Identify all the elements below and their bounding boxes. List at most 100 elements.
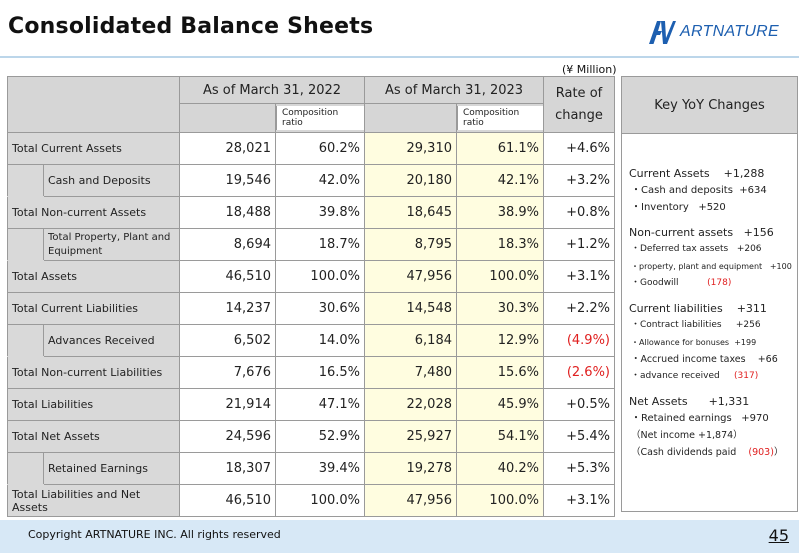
- indent-cell: [7, 324, 44, 357]
- row-label: Total Liabilities and Net Assets: [7, 484, 180, 517]
- table-row: Total Property, Plant and Equipment 8,69…: [7, 228, 615, 261]
- change-value: +206: [736, 244, 762, 254]
- rate-of-change: +3.2%: [543, 164, 615, 197]
- change-label: ・Contract liabilities: [631, 320, 722, 330]
- rate-of-change: (4.9%): [543, 324, 615, 357]
- page-title: Consolidated Balance Sheets: [8, 14, 374, 39]
- rate-of-change: +1.2%: [543, 228, 615, 261]
- ratio-2022: 30.6%: [275, 292, 365, 325]
- page-number: 45: [768, 526, 789, 545]
- rate-of-change: (2.6%): [543, 356, 615, 389]
- value-2022: 7,676: [179, 356, 276, 389]
- ratio-2023: 15.6%: [456, 356, 544, 389]
- rate-of-change: +0.5%: [543, 388, 615, 421]
- value-2022: 18,488: [179, 196, 276, 229]
- change-label: ・Goodwill: [631, 278, 679, 288]
- indent-cell: [7, 164, 44, 197]
- header-2022-composition-label: Composition ratio: [276, 106, 364, 130]
- rate-of-change: +3.1%: [543, 484, 615, 517]
- change-label: Net Assets: [629, 395, 688, 408]
- table-row: Retained Earnings 18,307 39.4% 19,278 40…: [7, 452, 615, 485]
- value-2022: 46,510: [179, 484, 276, 517]
- table-row: Total Assets 46,510 100.0% 47,956 100.0%…: [7, 260, 615, 293]
- row-label: Total Net Assets: [7, 420, 180, 453]
- value-2023: 14,548: [364, 292, 457, 325]
- value-2023: 8,795: [364, 228, 457, 261]
- ratio-2022: 39.4%: [275, 452, 365, 485]
- change-net-assets: Net Assets +1,331: [629, 394, 797, 410]
- row-label: Total Current Liabilities: [7, 292, 180, 325]
- balance-sheet-table: As of March 31, 2022 As of March 31, 202…: [7, 76, 615, 517]
- change-value: +1,288: [723, 167, 765, 180]
- ratio-2023: 100.0%: [456, 484, 544, 517]
- title-rule: [0, 56, 799, 58]
- header-2023-composition: Composition ratio: [456, 103, 544, 133]
- ratio-2022: 39.8%: [275, 196, 365, 229]
- change-value: (903): [748, 447, 774, 458]
- table-row: Advances Received 6,502 14.0% 6,184 12.9…: [7, 324, 615, 357]
- rate-of-change: +0.8%: [543, 196, 615, 229]
- change-label: ・Allowance for bonuses: [631, 338, 730, 347]
- change-value: (178): [707, 278, 732, 288]
- change-label: ・Inventory: [631, 202, 689, 213]
- row-label: Total Non-current Assets: [7, 196, 180, 229]
- ratio-2022: 52.9%: [275, 420, 365, 453]
- row-label: Total Assets: [7, 260, 180, 293]
- change-label: Current Assets: [629, 167, 710, 180]
- value-2022: 6,502: [179, 324, 276, 357]
- change-advance-received: ・advance received (317): [629, 368, 797, 385]
- change-cash-dividends: （Cash dividends paid (903)）: [629, 444, 797, 461]
- ratio-2022: 42.0%: [275, 164, 365, 197]
- change-label: Current liabilities: [629, 302, 723, 315]
- table-row: Total Liabilities 21,914 47.1% 22,028 45…: [7, 388, 615, 421]
- ratio-2023: 45.9%: [456, 388, 544, 421]
- change-label: ・Accrued income taxes: [631, 354, 746, 365]
- change-value: +66: [757, 354, 778, 365]
- table-row: Total Liabilities and Net Assets 46,510 …: [7, 484, 615, 517]
- ratio-2023: 12.9%: [456, 324, 544, 357]
- value-2023: 25,927: [364, 420, 457, 453]
- ratio-2023: 40.2%: [456, 452, 544, 485]
- ratio-2023: 42.1%: [456, 164, 544, 197]
- ratio-2022: 14.0%: [275, 324, 365, 357]
- value-2023: 47,956: [364, 260, 457, 293]
- change-goodwill: ・Goodwill (178): [629, 275, 797, 292]
- change-close-paren: ）: [773, 447, 784, 458]
- ratio-2023: 54.1%: [456, 420, 544, 453]
- change-accrued-income-taxes: ・Accrued income taxes +66: [629, 351, 797, 368]
- value-2023: 47,956: [364, 484, 457, 517]
- header-rate-line2: change: [555, 107, 603, 123]
- header-blank: [7, 76, 180, 133]
- indent-cell: [7, 452, 44, 485]
- row-label: Cash and Deposits: [43, 164, 180, 197]
- artnature-logo-mark-icon: [649, 21, 676, 44]
- company-logo: ARTNATURE: [648, 18, 779, 46]
- header-2022-value-blank: [179, 103, 276, 133]
- table-row: Total Net Assets 24,596 52.9% 25,927 54.…: [7, 420, 615, 453]
- change-value: +520: [698, 202, 726, 213]
- ratio-2023: 61.1%: [456, 132, 544, 165]
- change-value: +156: [743, 226, 774, 239]
- table-row: Cash and Deposits 19,546 42.0% 20,180 42…: [7, 164, 615, 197]
- change-label: Non-current assets: [629, 226, 734, 239]
- value-2023: 6,184: [364, 324, 457, 357]
- value-2022: 14,237: [179, 292, 276, 325]
- change-value: +199: [734, 338, 757, 347]
- table-row: Total Current Assets 28,021 60.2% 29,310…: [7, 132, 615, 165]
- change-deferred-tax: ・Deferred tax assets +206: [629, 241, 797, 258]
- ratio-2022: 60.2%: [275, 132, 365, 165]
- header-rate-line1: Rate of: [555, 85, 603, 101]
- rate-of-change: +5.3%: [543, 452, 615, 485]
- key-yoy-changes-heading: Key YoY Changes: [622, 77, 797, 134]
- ratio-2023: 30.3%: [456, 292, 544, 325]
- value-2022: 21,914: [179, 388, 276, 421]
- value-2023: 22,028: [364, 388, 457, 421]
- ratio-2023: 100.0%: [456, 260, 544, 293]
- change-current-liabilities: Current liabilities +311: [629, 301, 797, 317]
- change-value: (317): [734, 371, 759, 381]
- ratio-2022: 16.5%: [275, 356, 365, 389]
- change-value: +970: [741, 413, 769, 424]
- change-retained-earnings: ・Retained earnings +970: [629, 410, 797, 427]
- ratio-2023: 18.3%: [456, 228, 544, 261]
- change-value: +256: [735, 320, 761, 330]
